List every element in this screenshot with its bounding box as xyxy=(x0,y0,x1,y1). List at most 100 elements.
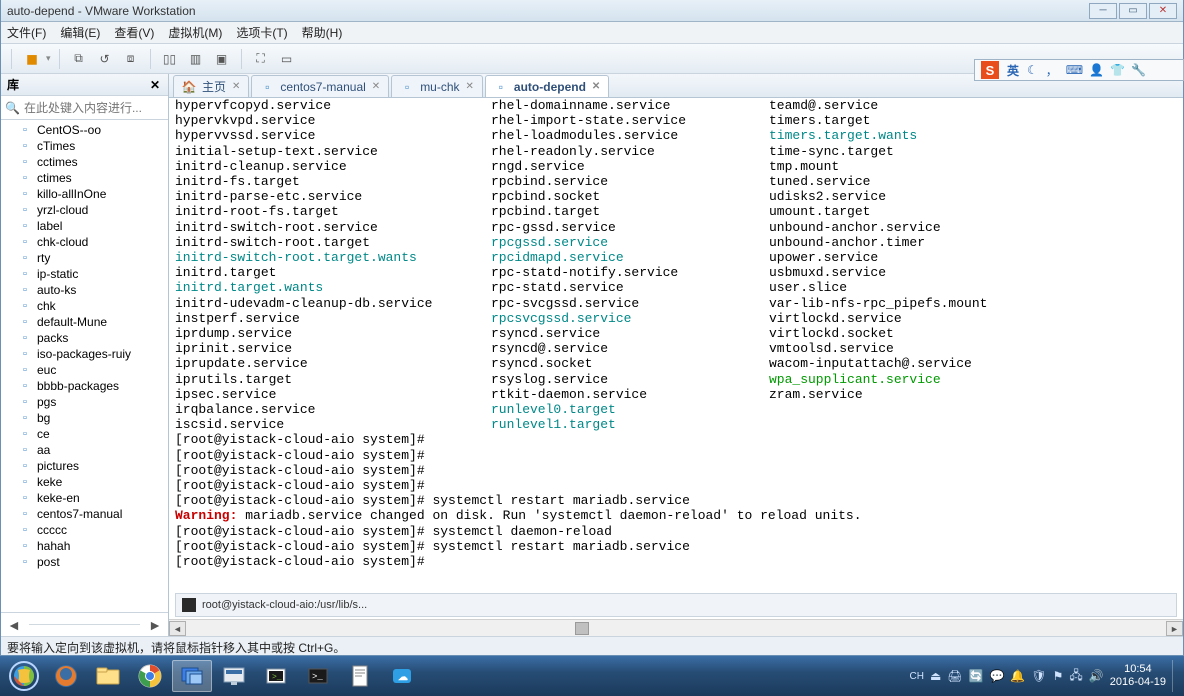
tab-close-icon[interactable]: ✕ xyxy=(372,81,380,92)
tree-item[interactable]: ▫euc xyxy=(1,362,168,378)
vm-tab-icon: ▫ xyxy=(494,80,508,94)
fullscreen-button[interactable]: ⛶ xyxy=(250,48,272,70)
tree-item[interactable]: ▫ce xyxy=(1,426,168,442)
unity-button[interactable]: ▣ xyxy=(211,48,233,70)
ime-lang[interactable]: 英 xyxy=(1007,62,1019,79)
shirt-icon[interactable]: 👕 xyxy=(1110,63,1125,77)
tree-item[interactable]: ▫packs xyxy=(1,330,168,346)
tree-item[interactable]: ▫pictures xyxy=(1,458,168,474)
show-desktop-button[interactable] xyxy=(1172,660,1180,692)
manage-button[interactable]: ⧈ xyxy=(120,48,142,70)
search-input[interactable] xyxy=(24,101,179,115)
tree-item[interactable]: ▫keke-en xyxy=(1,490,168,506)
menu-编辑(E)[interactable]: 编辑(E) xyxy=(60,24,100,41)
tree-item[interactable]: ▫yrzl-cloud xyxy=(1,202,168,218)
chat-icon[interactable]: 💬 xyxy=(989,669,1004,683)
scroll-thumb[interactable] xyxy=(575,622,589,635)
tree-item[interactable]: ▫killo-allInOne xyxy=(1,186,168,202)
volume-icon[interactable]: 🔊 xyxy=(1089,669,1104,683)
menu-文件(F)[interactable]: 文件(F) xyxy=(7,24,46,41)
safeeject-icon[interactable]: ⏏ xyxy=(930,669,941,683)
snapshot-button[interactable]: ⧉ xyxy=(68,48,90,70)
tree-item[interactable]: ▫chk-cloud xyxy=(1,234,168,250)
scroll-right-icon[interactable]: ► xyxy=(1166,621,1183,636)
system-tray[interactable]: CH ⏏ 🖨 🔄 💬 🔔 🛡 ⚑ 🖧 🔊 xyxy=(909,666,1103,687)
network-icon[interactable]: 🖧 xyxy=(1069,666,1082,687)
tree-item[interactable]: ▫label xyxy=(1,218,168,234)
prompt-line: [root@yistack-cloud-aio system]# systemc… xyxy=(175,524,1177,539)
flag-icon[interactable]: ⚑ xyxy=(1053,669,1064,683)
tree-fwd-icon[interactable]: ► xyxy=(148,617,162,633)
menu-查看(V)[interactable]: 查看(V) xyxy=(114,24,154,41)
tree-back-icon[interactable]: ◄ xyxy=(7,617,21,633)
putty-button[interactable] xyxy=(214,660,254,692)
tree-item[interactable]: ▫keke xyxy=(1,474,168,490)
person-icon[interactable]: 👤 xyxy=(1089,63,1104,77)
menu-选项卡(T)[interactable]: 选项卡(T) xyxy=(236,24,287,41)
tree-item[interactable]: ▫hahah xyxy=(1,538,168,554)
vmware-button[interactable] xyxy=(172,660,212,692)
app-button[interactable]: ☁ xyxy=(382,660,422,692)
firefox-button[interactable] xyxy=(46,660,86,692)
view-grid-button[interactable]: ▥ xyxy=(185,48,207,70)
terminal-path-tab[interactable]: root@yistack-cloud-aio:/usr/lib/s... xyxy=(175,593,1177,617)
bell-icon[interactable]: 🔔 xyxy=(1010,669,1025,683)
xshell-button[interactable]: >_ xyxy=(256,660,296,692)
clock[interactable]: 10:54 2016-04-19 xyxy=(1110,663,1166,689)
tree-item[interactable]: ▫default-Mune xyxy=(1,314,168,330)
terminal-output[interactable]: hypervfcopyd.servicehypervkvpd.servicehy… xyxy=(169,98,1183,589)
tree-item[interactable]: ▫ctimes xyxy=(1,170,168,186)
vm-icon: ▫ xyxy=(23,444,37,456)
ime-tray-icon[interactable]: CH xyxy=(909,671,923,682)
tree-item[interactable]: ▫centos7-manual xyxy=(1,506,168,522)
tree-item[interactable]: ▫rty xyxy=(1,250,168,266)
tree-item[interactable]: ▫bg xyxy=(1,410,168,426)
tree-item[interactable]: ▫CentOS--oo xyxy=(1,122,168,138)
maximize-button[interactable]: ▭ xyxy=(1119,3,1147,19)
file-entry: teamd@.service xyxy=(769,98,987,113)
explorer-button[interactable] xyxy=(88,660,128,692)
console-button[interactable]: ▭ xyxy=(276,48,298,70)
tree-item[interactable]: ▫pgs xyxy=(1,394,168,410)
close-button[interactable]: ✕ xyxy=(1149,3,1177,19)
shield-icon[interactable]: 🛡 xyxy=(1031,669,1046,683)
tree-item[interactable]: ▫bbbb-packages xyxy=(1,378,168,394)
tab-mu-chk[interactable]: ▫mu-chk✕ xyxy=(391,75,483,97)
editor-button[interactable] xyxy=(340,660,380,692)
pause-button[interactable]: ▮▮ xyxy=(20,48,42,70)
tree-item[interactable]: ▫ip-static xyxy=(1,266,168,282)
view-single-button[interactable]: ▯▯ xyxy=(159,48,181,70)
terminal-button[interactable]: >_ xyxy=(298,660,338,692)
tree-item[interactable]: ▫iso-packages-ruiy xyxy=(1,346,168,362)
printer-icon[interactable]: 🖨 xyxy=(947,669,962,683)
tab-close-icon[interactable]: ✕ xyxy=(232,81,240,92)
tree-item[interactable]: ▫cTimes xyxy=(1,138,168,154)
menu-虚拟机(M)[interactable]: 虚拟机(M) xyxy=(168,24,222,41)
horizontal-scrollbar[interactable]: ◄ ► xyxy=(169,619,1183,636)
tree-item[interactable]: ▫post xyxy=(1,554,168,570)
tab-centos7-manual[interactable]: ▫centos7-manual✕ xyxy=(251,75,389,97)
chrome-button[interactable] xyxy=(130,660,170,692)
vm-icon: ▫ xyxy=(23,204,37,216)
tree-item[interactable]: ▫chk xyxy=(1,298,168,314)
minimize-button[interactable]: ─ xyxy=(1089,3,1117,19)
start-button[interactable] xyxy=(4,660,44,692)
tab-auto-depend[interactable]: ▫auto-depend✕ xyxy=(485,75,609,97)
tree-item[interactable]: ▫cctimes xyxy=(1,154,168,170)
sync-icon[interactable]: 🔄 xyxy=(969,669,984,683)
keyboard-icon[interactable]: ⌨ xyxy=(1066,63,1083,77)
tree-item[interactable]: ▫ccccc xyxy=(1,522,168,538)
menu-帮助(H)[interactable]: 帮助(H) xyxy=(302,24,343,41)
revert-button[interactable]: ↺ xyxy=(94,48,116,70)
tab-close-icon[interactable]: ✕ xyxy=(592,81,600,92)
ime-toolbar[interactable]: S 英 ☾ ， ⌨ 👤 👕 🔧 xyxy=(974,59,1184,81)
tab-home[interactable]: 🏠主页✕ xyxy=(173,75,249,97)
tree-item[interactable]: ▫aa xyxy=(1,442,168,458)
tree-item[interactable]: ▫auto-ks xyxy=(1,282,168,298)
sidebar-close-icon[interactable]: ✕ xyxy=(148,78,162,92)
wrench-icon[interactable]: 🔧 xyxy=(1131,63,1146,77)
vm-tree[interactable]: ▫CentOS--oo▫cTimes▫cctimes▫ctimes▫killo-… xyxy=(1,120,168,612)
taskbar[interactable]: >_ >_ ☁ CH ⏏ 🖨 🔄 💬 🔔 🛡 ⚑ 🖧 🔊 10:54 2016-… xyxy=(0,656,1184,696)
tab-close-icon[interactable]: ✕ xyxy=(466,81,474,92)
scroll-left-icon[interactable]: ◄ xyxy=(169,621,186,636)
